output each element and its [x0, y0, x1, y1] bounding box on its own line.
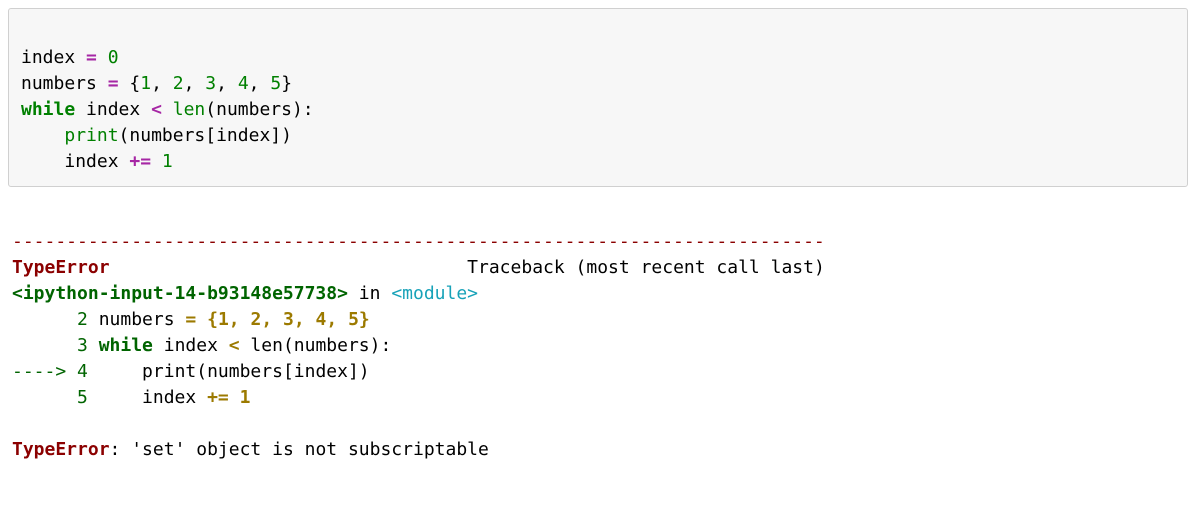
traceback-line-5: 5 index += 1: [12, 387, 250, 408]
code-line-2: numbers = {1, 2, 3, 4, 5}: [21, 73, 292, 94]
traceback-line-4: ----> 4 print(numbers[index]): [12, 361, 370, 382]
traceback-line-3: 3 while index < len(numbers):: [12, 335, 391, 356]
traceback-line-2: 2 numbers = {1, 2, 3, 4, 5}: [12, 309, 370, 330]
traceback-frame: <ipython-input-14-b93148e57738> in <modu…: [12, 283, 478, 304]
traceback-separator: ----------------------------------------…: [12, 231, 825, 252]
code-line-4: print(numbers[index]): [21, 125, 292, 146]
traceback-error-final: TypeError: 'set' object is not subscript…: [12, 439, 489, 460]
traceback-output: ----------------------------------------…: [8, 201, 1188, 466]
code-line-3: while index < len(numbers):: [21, 99, 314, 120]
code-line-1: index = 0: [21, 47, 119, 68]
code-input-cell: index = 0 numbers = {1, 2, 3, 4, 5} whil…: [8, 8, 1188, 187]
code-line-5: index += 1: [21, 151, 173, 172]
traceback-header: TypeError Traceback (most recent call la…: [12, 257, 825, 278]
